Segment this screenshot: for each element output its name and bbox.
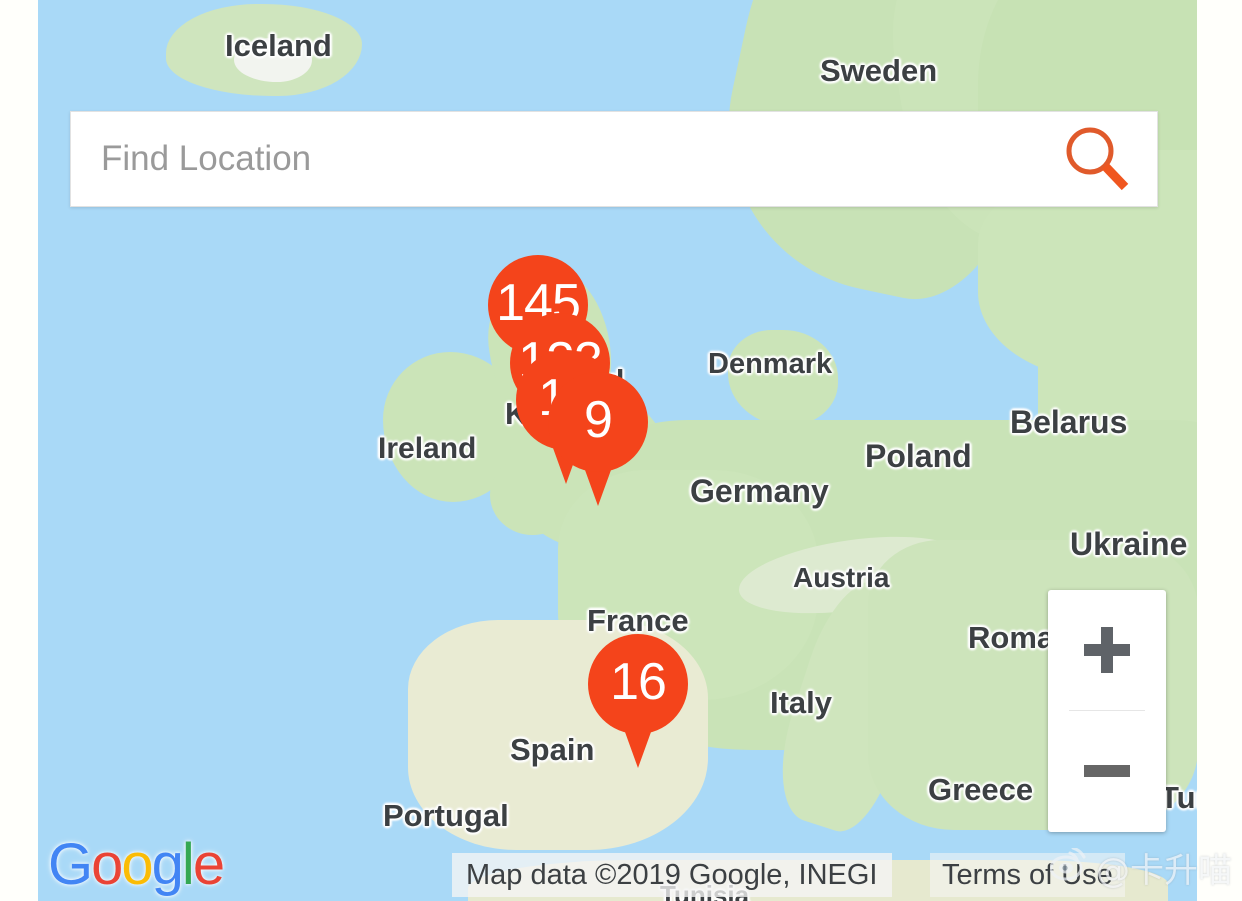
map-screen: Iceland Sweden Denmark Belarus Poland Ukraine…	[0, 0, 1242, 901]
search-input[interactable]	[71, 112, 1037, 206]
google-letter-o2: o	[121, 832, 153, 897]
minus-icon	[1084, 765, 1130, 777]
plus-icon	[1084, 627, 1130, 673]
marker-cluster-9[interactable]: 9	[548, 372, 648, 512]
search-bar[interactable]	[70, 111, 1158, 207]
iceland-glacier	[234, 38, 312, 82]
zoom-in-button[interactable]	[1048, 590, 1166, 710]
terms-of-use-link[interactable]: Terms of Use	[930, 853, 1125, 897]
marker-count-label: 9	[584, 391, 613, 449]
map-attribution: Map data ©2019 Google, INEGI	[452, 853, 892, 897]
zoom-controls[interactable]	[1048, 590, 1166, 832]
marker-cluster-16[interactable]: 16	[588, 634, 688, 774]
google-letter-o1: o	[91, 832, 123, 897]
search-icon	[1060, 121, 1134, 198]
google-logo: Google	[48, 836, 225, 894]
google-letter-g1: G	[48, 832, 93, 897]
google-letter-g2: g	[151, 832, 184, 897]
google-letter-l: l	[181, 832, 195, 897]
marker-count-label: 16	[610, 653, 667, 711]
zoom-out-button[interactable]	[1048, 711, 1166, 831]
google-letter-e: e	[192, 832, 225, 897]
search-button[interactable]	[1037, 112, 1157, 206]
